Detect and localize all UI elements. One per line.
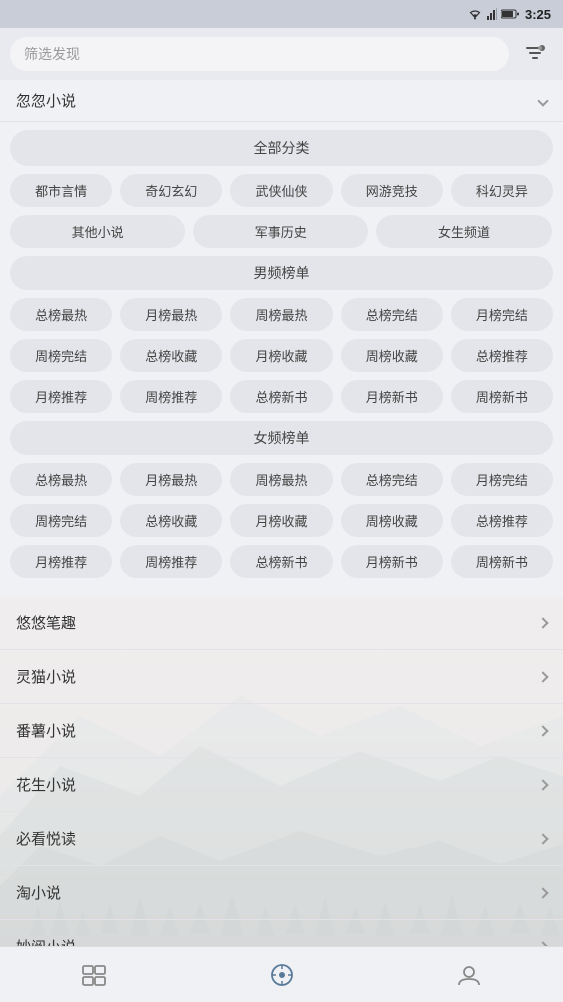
female-rank-total-hot[interactable]: 总榜最热: [10, 463, 112, 496]
chevron-right-icon-3: [537, 779, 548, 790]
list-item-bikan[interactable]: 必看悦读: [0, 812, 563, 866]
female-rank-month-hot[interactable]: 月榜最热: [120, 463, 222, 496]
list-item-huasheng-title: 花生小说: [16, 774, 76, 795]
profile-nav-icon: [456, 962, 482, 988]
female-rank-row-2: 周榜完结 总榜收藏 月榜收藏 周榜收藏 总榜推荐: [10, 504, 553, 537]
male-rank-week-collect[interactable]: 周榜收藏: [341, 339, 443, 372]
male-rank-total-collect[interactable]: 总榜收藏: [120, 339, 222, 372]
list-item-huasheng[interactable]: 花生小说: [0, 758, 563, 812]
female-rank-row-3: 月榜推荐 周榜推荐 总榜新书 月榜新书 周榜新书: [10, 545, 553, 578]
nav-item-discover[interactable]: [188, 947, 376, 1002]
list-items-container: 悠悠笔趣 灵猫小说 番薯小说 花生小说 必看悦读 淘小说 妙阅小说 有兔阅读: [0, 596, 563, 946]
chevron-down-icon: [537, 95, 548, 106]
status-icons: [467, 8, 519, 20]
tag-wuxia[interactable]: 武侠仙侠: [230, 174, 332, 207]
list-item-miaoyan[interactable]: 妙阅小说: [0, 920, 563, 946]
tag-female[interactable]: 女生频道: [376, 215, 551, 248]
male-rank-total-recommend[interactable]: 总榜推荐: [451, 339, 553, 372]
tag-all-categories[interactable]: 全部分类: [10, 130, 553, 166]
female-rank-total-new[interactable]: 总榜新书: [230, 545, 332, 578]
list-item-bikan-title: 必看悦读: [16, 828, 76, 849]
search-placeholder: 筛选发现: [24, 44, 80, 64]
tag-row-2: 其他小说 军事历史 女生频道: [10, 215, 553, 248]
status-time: 3:25: [525, 7, 551, 22]
female-rank-total-recommend[interactable]: 总榜推荐: [451, 504, 553, 537]
bottom-nav: [0, 946, 563, 1002]
list-nav-icon: [81, 964, 107, 986]
chevron-right-icon-6: [537, 941, 548, 946]
main-scroll[interactable]: 忽忽小说 全部分类 都市言情 奇幻玄幻 武侠仙侠 网游竞技 科幻灵异 其他小说 …: [0, 80, 563, 946]
tag-fantasy[interactable]: 奇幻玄幻: [120, 174, 222, 207]
female-rank-week-new[interactable]: 周榜新书: [451, 545, 553, 578]
female-rank-label: 女频榜单: [10, 421, 553, 455]
male-rank-row-3: 月榜推荐 周榜推荐 总榜新书 月榜新书 周榜新书: [10, 380, 553, 413]
male-rank-week-recommend[interactable]: 周榜推荐: [120, 380, 222, 413]
female-rank-total-finish[interactable]: 总榜完结: [341, 463, 443, 496]
status-bar: 3:25: [0, 0, 563, 28]
male-rank-row-2: 周榜完结 总榜收藏 月榜收藏 周榜收藏 总榜推荐: [10, 339, 553, 372]
male-rank-month-hot[interactable]: 月榜最热: [120, 298, 222, 331]
list-item-tao[interactable]: 淘小说: [0, 866, 563, 920]
list-item-lingmao-title: 灵猫小说: [16, 666, 76, 687]
chevron-right-icon-2: [537, 725, 548, 736]
tag-military[interactable]: 军事历史: [193, 215, 368, 248]
nav-item-list[interactable]: [0, 947, 188, 1002]
tag-row-1: 都市言情 奇幻玄幻 武侠仙侠 网游竞技 科幻灵异: [10, 174, 553, 207]
male-rank-total-new[interactable]: 总榜新书: [230, 380, 332, 413]
chevron-right-icon-5: [537, 887, 548, 898]
male-rank-total-finish[interactable]: 总榜完结: [341, 298, 443, 331]
list-item-fanshu-title: 番薯小说: [16, 720, 76, 741]
list-item-youyou[interactable]: 悠悠笔趣: [0, 596, 563, 650]
wifi-icon: [467, 8, 483, 20]
discover-nav-icon: [269, 962, 295, 988]
female-rank-week-recommend[interactable]: 周榜推荐: [120, 545, 222, 578]
list-item-lingmao[interactable]: 灵猫小说: [0, 650, 563, 704]
male-rank-month-collect[interactable]: 月榜收藏: [230, 339, 332, 372]
male-rank-week-new[interactable]: 周榜新书: [451, 380, 553, 413]
chevron-right-icon-4: [537, 833, 548, 844]
search-bar: 筛选发现: [0, 28, 563, 80]
list-item-youyou-title: 悠悠笔趣: [16, 612, 76, 633]
huhu-section-header[interactable]: 忽忽小说: [0, 80, 563, 122]
tag-other[interactable]: 其他小说: [10, 215, 185, 248]
filter-icon: [523, 42, 547, 66]
female-rank-week-finish[interactable]: 周榜完结: [10, 504, 112, 537]
chevron-right-icon-0: [537, 617, 548, 628]
male-rank-week-finish[interactable]: 周榜完结: [10, 339, 112, 372]
list-item-fanshu[interactable]: 番薯小说: [0, 704, 563, 758]
female-rank-month-new[interactable]: 月榜新书: [341, 545, 443, 578]
male-rank-month-new[interactable]: 月榜新书: [341, 380, 443, 413]
huhu-xiaoshuo-section: 忽忽小说 全部分类 都市言情 奇幻玄幻 武侠仙侠 网游竞技 科幻灵异 其他小说 …: [0, 80, 563, 596]
male-rank-month-finish[interactable]: 月榜完结: [451, 298, 553, 331]
tag-urban[interactable]: 都市言情: [10, 174, 112, 207]
chevron-right-icon-1: [537, 671, 548, 682]
male-rank-label: 男频榜单: [10, 256, 553, 290]
female-rank-month-collect[interactable]: 月榜收藏: [230, 504, 332, 537]
nav-item-profile[interactable]: [375, 947, 563, 1002]
tag-scifi[interactable]: 科幻灵异: [451, 174, 553, 207]
female-rank-month-recommend[interactable]: 月榜推荐: [10, 545, 112, 578]
female-rank-week-collect[interactable]: 周榜收藏: [341, 504, 443, 537]
female-rank-row-1: 总榜最热 月榜最热 周榜最热 总榜完结 月榜完结: [10, 463, 553, 496]
male-rank-row-1: 总榜最热 月榜最热 周榜最热 总榜完结 月榜完结: [10, 298, 553, 331]
tags-section: 全部分类 都市言情 奇幻玄幻 武侠仙侠 网游竞技 科幻灵异 其他小说 军事历史 …: [0, 122, 563, 596]
tag-gaming[interactable]: 网游竞技: [341, 174, 443, 207]
battery-icon: [501, 9, 519, 19]
search-input-wrapper[interactable]: 筛选发现: [10, 37, 509, 71]
list-item-miaoyan-title: 妙阅小说: [16, 936, 76, 946]
female-rank-total-collect[interactable]: 总榜收藏: [120, 504, 222, 537]
signal-icon: [487, 8, 497, 20]
female-rank-month-finish[interactable]: 月榜完结: [451, 463, 553, 496]
male-rank-month-recommend[interactable]: 月榜推荐: [10, 380, 112, 413]
female-rank-week-hot[interactable]: 周榜最热: [230, 463, 332, 496]
list-item-tao-title: 淘小说: [16, 882, 61, 903]
male-rank-total-hot[interactable]: 总榜最热: [10, 298, 112, 331]
filter-icon-button[interactable]: [517, 36, 553, 72]
huhu-section-title: 忽忽小说: [16, 90, 76, 111]
male-rank-week-hot[interactable]: 周榜最热: [230, 298, 332, 331]
